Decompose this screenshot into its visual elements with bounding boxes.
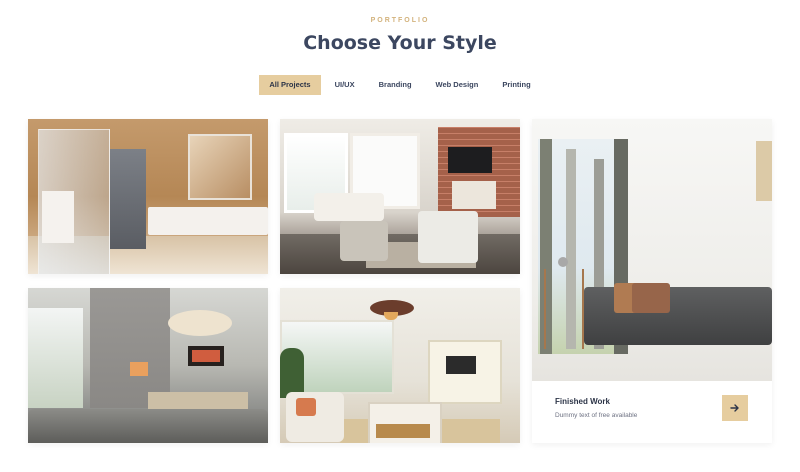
view-project-button[interactable] [722, 395, 748, 421]
portfolio-photo [280, 119, 520, 274]
filter-branding[interactable]: Branding [369, 75, 422, 95]
portfolio-item-featured[interactable]: Finished Work Dummy text of free availab… [532, 119, 772, 443]
portfolio-item-concrete-living[interactable] [28, 288, 268, 443]
portfolio-caption: Finished Work Dummy text of free availab… [532, 381, 772, 443]
filter-printing[interactable]: Printing [492, 75, 540, 95]
caption-title: Finished Work [555, 397, 610, 406]
portfolio-photo [28, 119, 268, 274]
filter-ui-ux[interactable]: UI/UX [325, 75, 365, 95]
arrow-right-icon [730, 404, 739, 412]
portfolio-item-living-room[interactable] [280, 119, 520, 274]
filter-tabs: All Projects UI/UX Branding Web Design P… [0, 75, 800, 95]
portfolio-photo [28, 288, 268, 443]
section-eyebrow: PORTFOLIO [370, 17, 430, 24]
portfolio-item-bathroom[interactable] [28, 119, 268, 274]
portfolio-item-bright-living[interactable] [280, 288, 520, 443]
portfolio-photo [532, 119, 772, 381]
caption-description: Dummy text of free available [555, 412, 638, 419]
portfolio-photo [280, 288, 520, 443]
section-title: Choose Your Style [303, 32, 497, 54]
filter-web-design[interactable]: Web Design [426, 75, 489, 95]
filter-all-projects[interactable]: All Projects [259, 75, 321, 95]
